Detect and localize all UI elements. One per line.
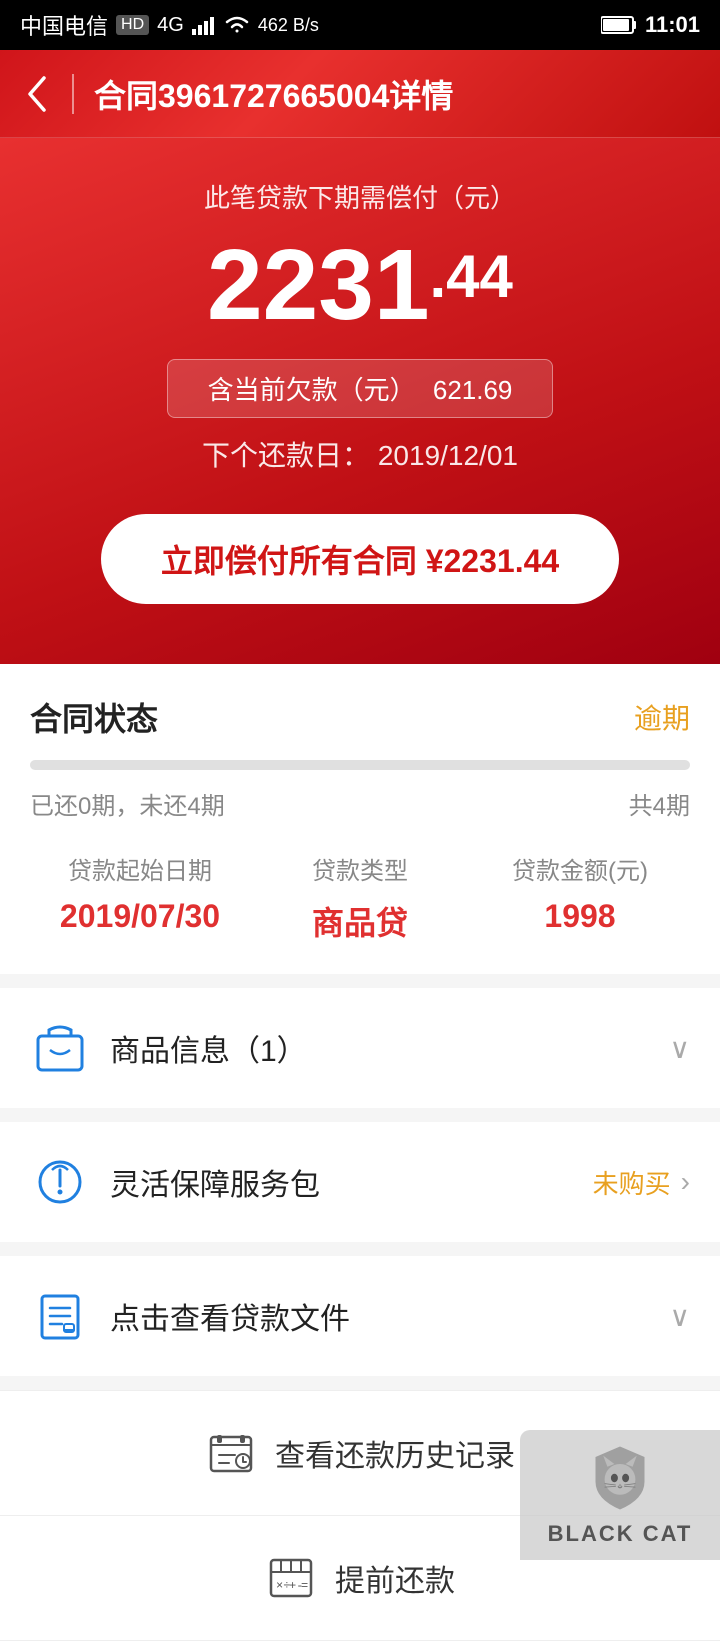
loan-start-date-value: 2019/07/30 bbox=[30, 898, 250, 935]
history-label: 查看还款历史记录 bbox=[275, 1431, 515, 1475]
pay-all-button[interactable]: 立即偿付所有合同 ¥2231.44 bbox=[101, 514, 619, 604]
header-divider bbox=[72, 74, 74, 114]
loan-type-item: 贷款类型 商品贷 bbox=[250, 851, 470, 944]
product-info-item[interactable]: 商品信息（1） ∨ bbox=[0, 988, 720, 1108]
loan-doc-section: 点击查看贷款文件 ∨ bbox=[0, 1256, 720, 1390]
page-header: 合同3961727665004详情 bbox=[0, 50, 720, 138]
service-package-label: 灵活保障服务包 bbox=[110, 1160, 593, 1204]
network-badge: 4G bbox=[157, 14, 184, 37]
loan-start-date-label: 贷款起始日期 bbox=[30, 851, 250, 886]
status-bar-right: 11:01 bbox=[601, 12, 700, 38]
amount-integer: 2231 bbox=[207, 235, 429, 335]
status-bar: 中国电信 HD 4G 462 B/s bbox=[0, 0, 720, 50]
status-bar-left: 中国电信 HD 4G 462 B/s bbox=[20, 9, 319, 41]
section-title: 合同状态 bbox=[30, 694, 158, 740]
speed-label: 462 B/s bbox=[258, 15, 319, 36]
chevron-right-icon: › bbox=[681, 1166, 690, 1198]
back-button[interactable] bbox=[24, 72, 52, 116]
black-cat-watermark: BLACK CAT bbox=[520, 1430, 720, 1560]
product-info-section: 商品信息（1） ∨ bbox=[0, 988, 720, 1122]
overdue-label: 含当前欠款（元） bbox=[208, 375, 416, 405]
page-title: 合同3961727665004详情 bbox=[94, 71, 696, 117]
loan-start-date-item: 贷款起始日期 2019/07/30 bbox=[30, 851, 250, 944]
loan-doc-icon bbox=[30, 1286, 90, 1346]
history-icon bbox=[205, 1427, 257, 1479]
total-label: 共4期 bbox=[629, 786, 690, 821]
progress-info: 已还0期，未还4期 共4期 bbox=[30, 786, 690, 821]
product-info-icon bbox=[30, 1018, 90, 1078]
service-package-section: 灵活保障服务包 未购买 › bbox=[0, 1122, 720, 1256]
loan-amount-item: 贷款金额(元) 1998 bbox=[470, 851, 690, 944]
unpurchased-badge: 未购买 bbox=[593, 1164, 671, 1201]
next-date-label: 下个还款日： 2019/12/01 bbox=[40, 434, 680, 474]
loan-doc-chevron-icon: ∨ bbox=[670, 1300, 691, 1333]
product-info-label: 商品信息（1） bbox=[110, 1026, 670, 1070]
loan-doc-item[interactable]: 点击查看贷款文件 ∨ bbox=[0, 1256, 720, 1376]
loan-amount-value: 1998 bbox=[470, 898, 690, 935]
prepay-label: 提前还款 bbox=[335, 1556, 455, 1600]
signal-icon bbox=[192, 15, 216, 35]
loan-amount-label: 贷款金额(元) bbox=[470, 851, 690, 886]
loan-doc-label: 点击查看贷款文件 bbox=[110, 1294, 670, 1338]
service-package-icon bbox=[30, 1152, 90, 1212]
overdue-box: 含当前欠款（元） 621.69 bbox=[167, 359, 554, 418]
carrier-label: 中国电信 bbox=[20, 9, 108, 41]
contract-status-section: 合同状态 逾期 已还0期，未还4期 共4期 贷款起始日期 2019/07/30 … bbox=[0, 664, 720, 988]
overdue-amount: 621.69 bbox=[433, 375, 513, 405]
paid-label: 已还0期，未还4期 bbox=[30, 786, 225, 821]
time-label: 11:01 bbox=[645, 12, 700, 38]
loan-type-label: 贷款类型 bbox=[250, 851, 470, 886]
svg-text:=: = bbox=[301, 1579, 308, 1593]
battery-icon bbox=[601, 15, 637, 35]
amount-decimal: .44 bbox=[430, 247, 513, 307]
loan-type-value: 商品贷 bbox=[250, 898, 470, 944]
hero-amount: 2231 .44 bbox=[40, 235, 680, 335]
progress-bar bbox=[30, 760, 690, 770]
section-header: 合同状态 逾期 bbox=[30, 694, 690, 740]
black-cat-text: BLACK CAT bbox=[548, 1521, 693, 1547]
service-package-item[interactable]: 灵活保障服务包 未购买 › bbox=[0, 1122, 720, 1242]
chevron-down-icon: ∨ bbox=[670, 1032, 691, 1065]
hero-section: 此笔贷款下期需偿付（元） 2231 .44 含当前欠款（元） 621.69 下个… bbox=[0, 138, 720, 664]
status-badge: 逾期 bbox=[634, 697, 690, 737]
loan-info-grid: 贷款起始日期 2019/07/30 贷款类型 商品贷 贷款金额(元) 1998 bbox=[30, 851, 690, 944]
hd-badge: HD bbox=[116, 15, 149, 35]
hero-subtitle: 此笔贷款下期需偿付（元） bbox=[40, 178, 680, 215]
wifi-icon bbox=[224, 15, 250, 35]
